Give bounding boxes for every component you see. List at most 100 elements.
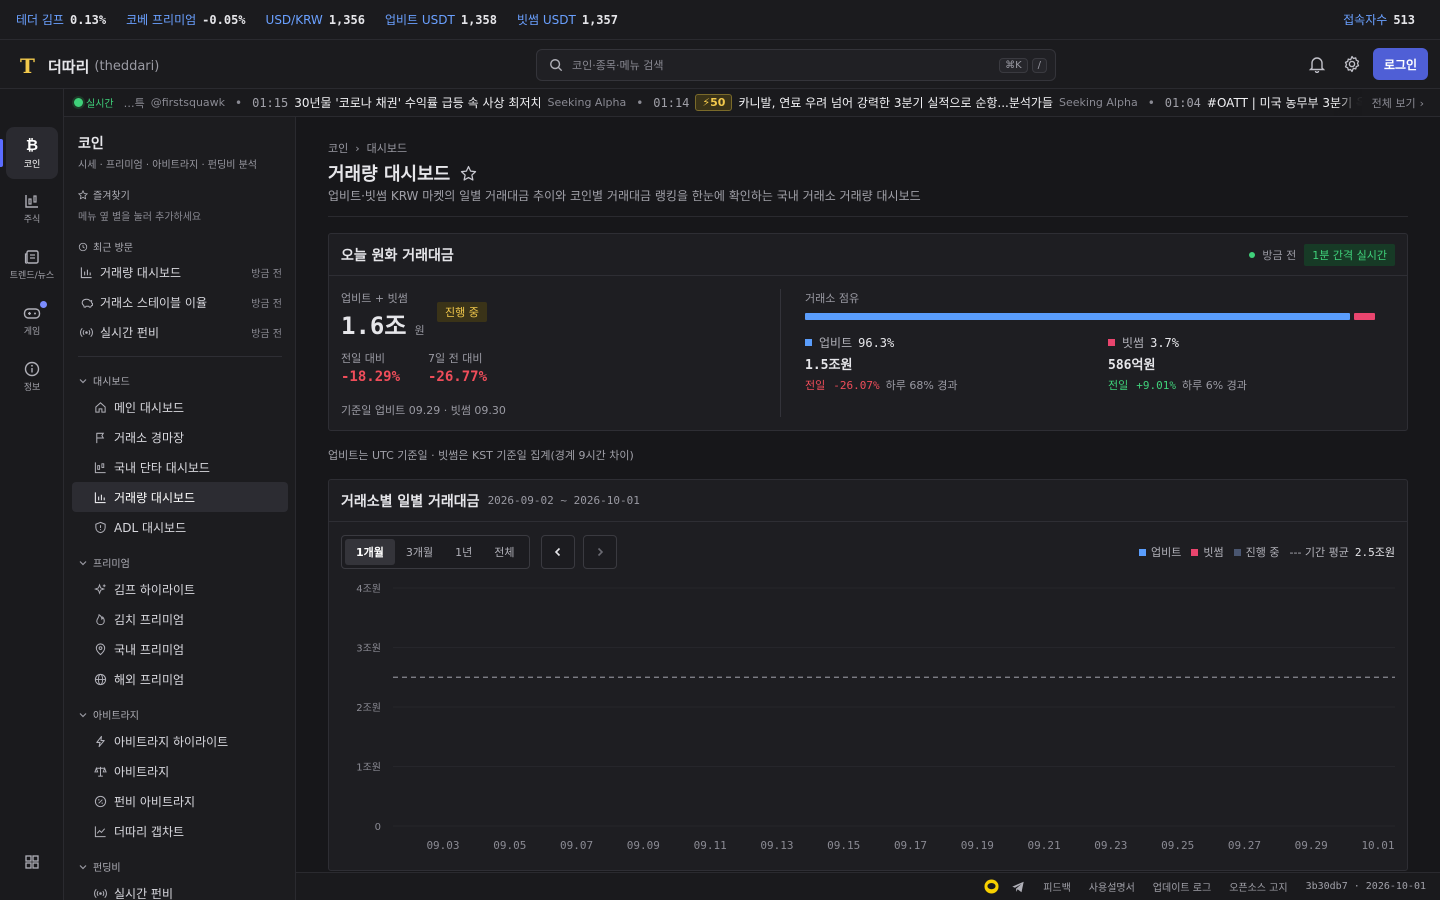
- nav-label: 실시간 펀비: [114, 886, 174, 900]
- rail-item-coin[interactable]: ₿ 코인: [6, 127, 58, 179]
- nav-domestic-premium[interactable]: 국내 프리미엄: [72, 634, 288, 664]
- wow-label: 7일 전 대비: [428, 352, 483, 365]
- legend-share: 96.3%: [858, 335, 895, 350]
- nav-domestic-scalp-dashboard[interactable]: 국내 단타 대시보드: [72, 452, 288, 482]
- favorites-header: 즐겨찾기: [78, 187, 130, 202]
- group-label: 프리미엄: [93, 559, 130, 570]
- sidebar-subtitle: 시세 · 프리미엄 · 아비트라지 · 펀딩비 분석: [78, 160, 257, 171]
- tab-1-month[interactable]: 1개월: [345, 539, 395, 565]
- nav-arbitrage-highlight[interactable]: 아비트라지 하이라이트: [72, 726, 288, 756]
- sidebar-divider: [78, 356, 282, 357]
- nav-volume-dashboard[interactable]: 거래량 대시보드: [72, 482, 288, 512]
- chevron-down-icon: [79, 560, 87, 565]
- rail-item-stocks[interactable]: 주식: [6, 183, 58, 235]
- footer-feedback-link[interactable]: 피드백: [1043, 879, 1071, 894]
- divider: [328, 216, 1408, 217]
- group-premium-toggle[interactable]: 프리미엄: [78, 555, 130, 570]
- nav-label: 펀비 아비트라지: [114, 794, 196, 809]
- stat-bithumb-usdt[interactable]: 빗썸 USDT 1,357: [517, 11, 618, 28]
- nav-overseas-premium[interactable]: 해외 프리미엄: [72, 664, 288, 694]
- nav-arbitrage[interactable]: 아비트라지: [72, 756, 288, 786]
- footer-oss-link[interactable]: 오픈소스 고지: [1229, 879, 1287, 894]
- date-range: 2026-09-02 ~ 2026-10-01: [487, 494, 640, 507]
- stat-coinbase-premium[interactable]: 코베 프리미엄 -0.05%: [126, 11, 245, 28]
- group-dashboard-toggle[interactable]: 대시보드: [78, 373, 130, 388]
- ticker-headline[interactable]: 30년물 '코로나 채권' 수익률 급등 속 사상 최저치: [294, 94, 541, 111]
- x-tick-label: 10.01: [1361, 839, 1394, 852]
- basis-date: 기준일 업비트 09.29 · 빗썸 09.30: [341, 404, 506, 417]
- x-tick-label: 09.25: [1161, 839, 1194, 852]
- nav-kimp-highlight[interactable]: 김프 하이라이트: [72, 574, 288, 604]
- footer-manual-link[interactable]: 사용설명서: [1089, 879, 1135, 894]
- bithumb-prev-label: 전일: [1108, 379, 1129, 392]
- x-tick-label: 09.19: [961, 839, 994, 852]
- timezone-note: 업비트는 UTC 기준일 · 빗썸은 KST 기준일 집계(경계 9시간 차이): [328, 449, 634, 462]
- gear-icon[interactable]: [1343, 55, 1361, 73]
- grid-menu-button[interactable]: [6, 836, 58, 888]
- bithumb-change-row: 전일 +9.01% 하루 6% 경과: [1108, 377, 1247, 393]
- sidebar: 코인 시세 · 프리미엄 · 아비트라지 · 펀딩비 분석 즐겨찾기 메뉴 옆 …: [64, 117, 296, 900]
- upbit-progress: 하루 68% 경과: [885, 379, 958, 392]
- status-dot: [1249, 251, 1256, 258]
- rail-item-info[interactable]: 정보: [6, 351, 58, 403]
- stat-usd-krw[interactable]: USD/KRW 1,356: [266, 13, 365, 27]
- nav-adl-dashboard[interactable]: ADL 대시보드: [72, 512, 288, 542]
- legend-bithumb: 빗썸 3.7%: [1108, 334, 1179, 351]
- legend-upbit: 업비트 96.3%: [805, 334, 894, 351]
- upbit-change-row: 전일 -26.07% 하루 68% 경과: [805, 377, 958, 393]
- group-funding-toggle[interactable]: 펀딩비: [78, 859, 121, 874]
- legend-name: 빗썸: [1122, 336, 1145, 350]
- legend-swatch: [1139, 548, 1147, 556]
- breadcrumb-root[interactable]: 코인: [328, 140, 348, 156]
- star-favorite-icon[interactable]: [460, 165, 477, 182]
- bar-chart-icon: [80, 266, 92, 278]
- nav-funding-arbitrage[interactable]: 펀비 아비트라지: [72, 786, 288, 816]
- group-arbitrage-toggle[interactable]: 아비트라지: [78, 707, 139, 722]
- rail-item-games[interactable]: 게임: [6, 295, 58, 347]
- nav-gap-chart[interactable]: 더따리 갭차트: [72, 816, 288, 846]
- telegram-icon[interactable]: [1011, 880, 1025, 894]
- rail-item-news[interactable]: 트렌드/뉴스: [6, 239, 58, 291]
- nav-label: ADL 대시보드: [114, 520, 187, 535]
- period-selector: 1개월 3개월 1년 전체: [341, 535, 530, 569]
- logo[interactable]: T 더따리 (theddari): [20, 54, 159, 78]
- nav-main-dashboard[interactable]: 메인 대시보드: [72, 392, 288, 422]
- home-icon: [95, 401, 106, 413]
- tab-3-months[interactable]: 3개월: [395, 539, 444, 565]
- next-period-button[interactable]: [583, 535, 617, 569]
- stat-upbit-usdt[interactable]: 업비트 USDT 1,358: [385, 11, 497, 28]
- kakao-icon[interactable]: [984, 879, 999, 894]
- recent-item-time: 방금 전: [251, 328, 282, 340]
- recent-item-stable-rates[interactable]: 거래소 스테이블 이율 방금 전: [72, 287, 288, 317]
- nav-label: 거래소 경마장: [114, 430, 185, 445]
- view-all-link[interactable]: 전체 보기 ›: [1361, 89, 1440, 116]
- nav-label: 국내 프리미엄: [114, 642, 185, 657]
- nav-exchange-race[interactable]: 거래소 경마장: [72, 422, 288, 452]
- tab-all[interactable]: 전체: [483, 539, 525, 565]
- page-description: 업비트·빗썸 KRW 마켓의 일별 거래대금 추이와 코인별 거래대금 랭킹을 …: [328, 189, 921, 203]
- recent-item-volume-dashboard[interactable]: 거래량 대시보드 방금 전: [72, 257, 288, 287]
- prev-period-button[interactable]: [541, 535, 575, 569]
- app-header: T 더따리 (theddari) 코인·종목·메뉴 검색 ⌘K / 로그인: [0, 40, 1440, 89]
- login-button[interactable]: 로그인: [1373, 48, 1428, 80]
- news-icon: [24, 249, 40, 265]
- footer-changelog-link[interactable]: 업데이트 로그: [1153, 879, 1211, 894]
- nav-kimchi-premium[interactable]: 김치 프리미엄: [72, 604, 288, 634]
- recent-item-realtime-funding[interactable]: 실시간 펀비 방금 전: [72, 317, 288, 347]
- stat-tether-kimp[interactable]: 테더 김프 0.13%: [16, 11, 106, 28]
- category-rail: ₿ 코인 주식 트렌드/뉴스 게임 정보: [0, 89, 64, 900]
- legend-average: --- 기간 평균 2.5조원: [1290, 544, 1396, 560]
- nav-realtime-funding[interactable]: 실시간 펀비: [72, 878, 288, 900]
- combined-label: 업비트 + 빗썸: [341, 292, 408, 305]
- tab-1-year[interactable]: 1년: [444, 539, 483, 565]
- legend-upbit: 업비트: [1139, 544, 1181, 560]
- nav-label: 김프 하이라이트: [114, 582, 196, 597]
- bell-icon[interactable]: [1308, 55, 1326, 73]
- sparkles-icon: [94, 582, 106, 595]
- history-icon: [78, 242, 88, 251]
- ticker-headline[interactable]: 카니발, 연료 우려 넘어 강력한 3분기 실적으로 순항...분석가들: [738, 94, 1053, 111]
- ticker-handle[interactable]: @firstsquawk: [151, 96, 225, 109]
- breadcrumb-current[interactable]: 대시보드: [367, 140, 407, 156]
- search-input[interactable]: 코인·종목·메뉴 검색 ⌘K /: [536, 49, 1056, 81]
- chevron-left-icon: [554, 547, 561, 557]
